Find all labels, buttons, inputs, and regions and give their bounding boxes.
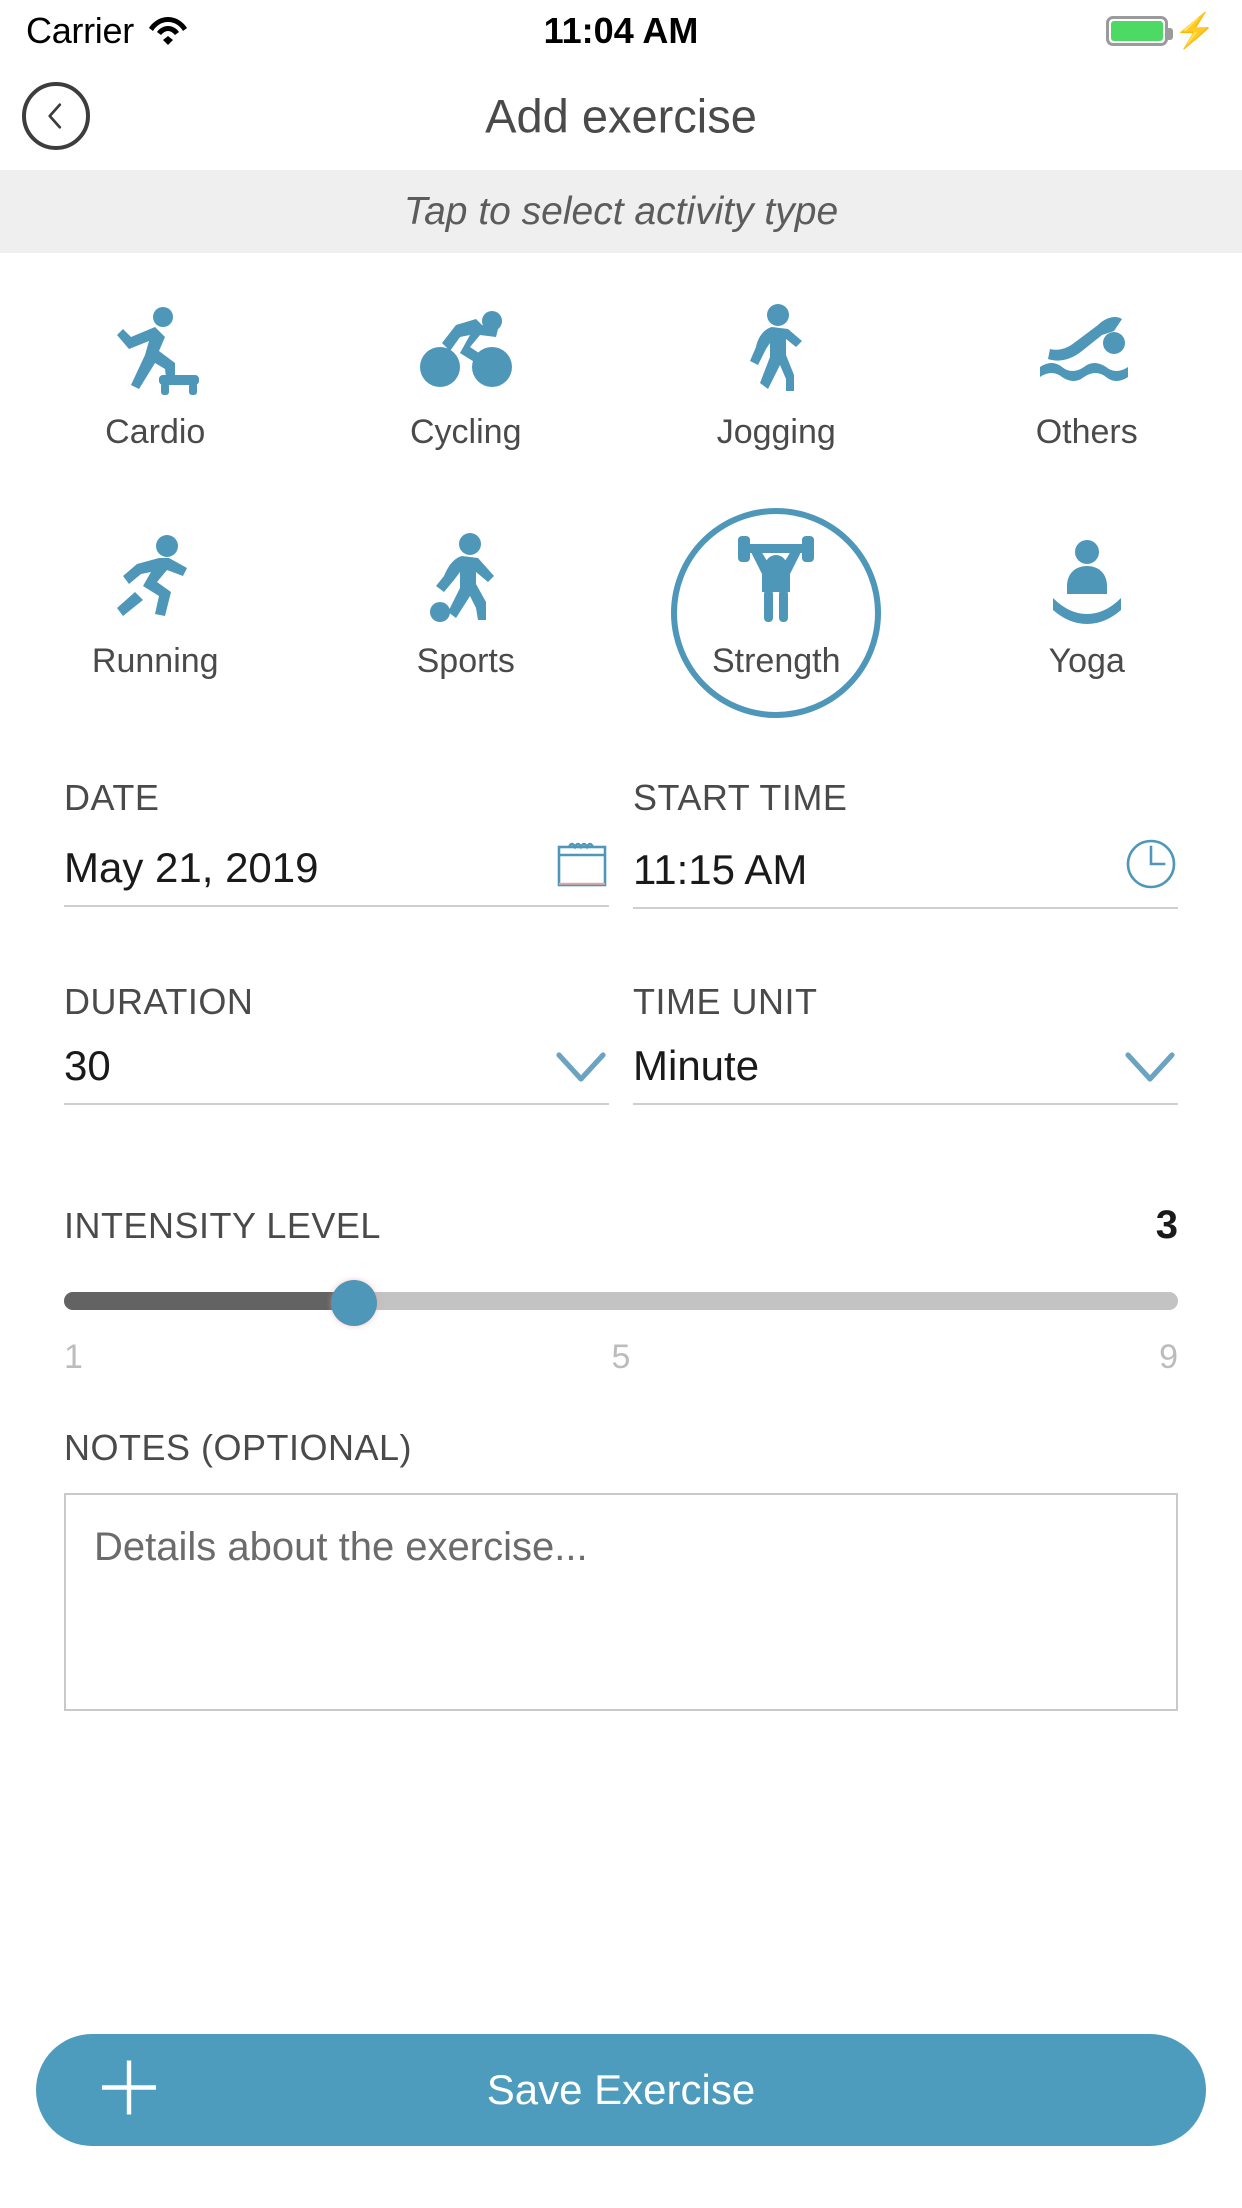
activity-option-others[interactable]: Others	[932, 289, 1242, 462]
activity-row-1: Cardio Cycling Jogging Others	[0, 289, 1242, 462]
navigation-bar: Add exercise	[0, 62, 1242, 170]
wifi-icon	[148, 13, 188, 50]
date-field[interactable]: DATE May 21, 2019	[64, 777, 609, 909]
slider-tick-max: 9	[1159, 1338, 1178, 1376]
activity-label: Others	[1035, 413, 1138, 451]
notes-label: NOTES (OPTIONAL)	[64, 1427, 413, 1468]
start-time-value: 11:15 AM	[633, 845, 808, 893]
time-unit-label: TIME UNIT	[633, 981, 818, 1022]
running-icon	[107, 532, 203, 624]
start-time-input[interactable]: 11:15 AM	[633, 837, 1178, 909]
activity-label: Sports	[416, 642, 515, 680]
status-bar-right: ⚡	[698, 14, 1216, 48]
status-bar: Carrier 11:04 AM ⚡	[0, 0, 1242, 62]
intensity-section: INTENSITY LEVEL 3 1 5 9	[64, 1203, 1178, 1377]
duration-unit-row: DURATION 30 TIME UNIT Minute	[64, 981, 1178, 1105]
jogging-icon	[736, 303, 816, 395]
activity-label: Cardio	[105, 413, 206, 451]
activity-option-cycling[interactable]: Cycling	[311, 289, 622, 462]
activity-label: Yoga	[1048, 642, 1125, 680]
notes-placeholder: Details about the exercise...	[94, 1525, 588, 1569]
activity-label: Running	[91, 642, 219, 680]
activity-option-running[interactable]: Running	[0, 518, 311, 691]
activity-option-jogging[interactable]: Jogging	[621, 289, 932, 462]
activity-hint-text: Tap to select activity type	[403, 189, 839, 233]
status-bar-time: 11:04 AM	[543, 10, 699, 51]
activity-hint-banner: Tap to select activity type	[0, 170, 1242, 253]
activity-row-2: Running Sports Strength Yoga	[0, 508, 1242, 718]
time-unit-field[interactable]: TIME UNIT Minute	[633, 981, 1178, 1105]
plus-icon	[98, 2057, 160, 2124]
save-exercise-label: Save Exercise	[486, 2066, 756, 2113]
yoga-icon	[1045, 532, 1129, 624]
activity-grid: Cardio Cycling Jogging Others Running Sp…	[0, 253, 1242, 718]
slider-fill	[64, 1292, 354, 1310]
duration-label: DURATION	[64, 981, 254, 1022]
duration-value: 30	[64, 1041, 111, 1089]
slider-ticks: 1 5 9	[64, 1338, 1178, 1377]
activity-option-strength[interactable]: Strength	[621, 508, 932, 718]
intensity-value: 3	[1155, 1203, 1178, 1247]
activity-option-yoga[interactable]: Yoga	[932, 518, 1242, 691]
start-time-label: START TIME	[633, 777, 848, 818]
chevron-down-icon[interactable]	[553, 1049, 609, 1089]
slider-tick-min: 1	[64, 1338, 83, 1376]
date-input[interactable]: May 21, 2019	[64, 837, 609, 907]
start-time-field[interactable]: START TIME 11:15 AM	[633, 777, 1178, 909]
carrier-label: Carrier	[26, 10, 134, 51]
app-screen: Carrier 11:04 AM ⚡ Add exercise Tap to s…	[0, 0, 1242, 2208]
activity-option-sports[interactable]: Sports	[311, 518, 622, 691]
swimming-icon	[1034, 303, 1140, 395]
cycling-icon	[416, 303, 516, 395]
intensity-header: INTENSITY LEVEL 3	[64, 1203, 1178, 1248]
activity-option-cardio[interactable]: Cardio	[0, 289, 311, 462]
cardio-icon	[107, 303, 203, 395]
sports-icon	[424, 532, 508, 624]
time-unit-input[interactable]: Minute	[633, 1041, 1178, 1105]
page-title: Add exercise	[485, 89, 757, 143]
date-label: DATE	[64, 777, 160, 818]
slider-tick-mid: 5	[611, 1338, 631, 1376]
status-bar-left: Carrier	[26, 10, 544, 52]
exercise-form: DATE May 21, 2019 START TIME 11:15 AM DU…	[0, 777, 1242, 1711]
intensity-label: INTENSITY LEVEL	[64, 1205, 381, 1246]
date-time-row: DATE May 21, 2019 START TIME 11:15 AM	[64, 777, 1178, 909]
activity-label: Jogging	[716, 413, 836, 451]
clock-icon[interactable]	[1124, 837, 1178, 893]
battery-full-icon	[1105, 16, 1173, 46]
intensity-slider[interactable]	[64, 1280, 1178, 1326]
slider-thumb[interactable]	[330, 1280, 377, 1326]
duration-field[interactable]: DURATION 30	[64, 981, 609, 1105]
lightning-bolt-icon: ⚡	[1173, 12, 1216, 50]
activity-label: Cycling	[410, 413, 522, 451]
chevron-down-icon[interactable]	[1122, 1049, 1178, 1089]
save-button-container: Save Exercise	[0, 2034, 1242, 2146]
notes-input[interactable]: Details about the exercise...	[64, 1493, 1178, 1711]
notes-section: NOTES (OPTIONAL) Details about the exerc…	[64, 1427, 1178, 1711]
date-value: May 21, 2019	[64, 843, 319, 891]
save-exercise-button[interactable]: Save Exercise	[36, 2034, 1206, 2146]
time-unit-value: Minute	[633, 1041, 760, 1089]
selection-ring	[671, 508, 882, 718]
calendar-icon[interactable]	[555, 837, 609, 891]
duration-input[interactable]: 30	[64, 1041, 609, 1105]
